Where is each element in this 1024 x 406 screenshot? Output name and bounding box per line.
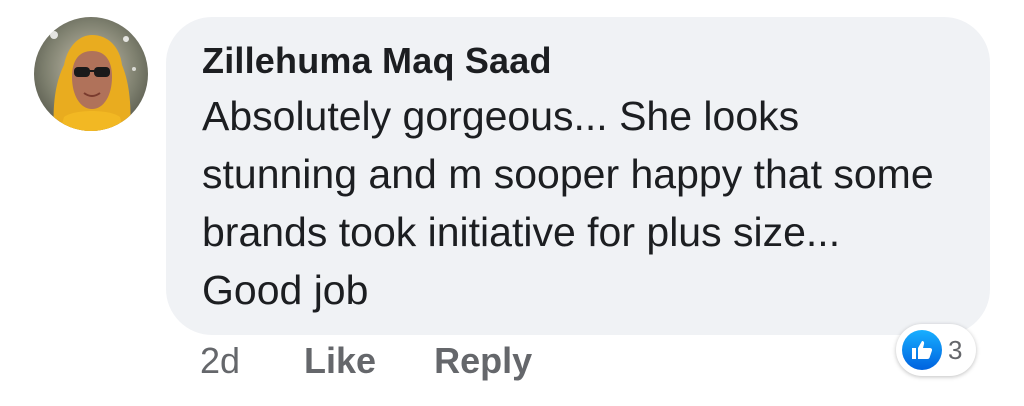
comment-text: Absolutely gorgeous... She looks stunnin… xyxy=(202,93,934,313)
reaction-count: 3 xyxy=(948,334,963,365)
comment-bubble: Zillehuma Maq Saad Absolutely gorgeous..… xyxy=(166,17,990,335)
reaction-summary[interactable]: 3 xyxy=(896,324,977,376)
comment-thread: Zillehuma Maq Saad Absolutely gorgeous..… xyxy=(0,0,1024,406)
profile-photo-icon xyxy=(50,31,136,131)
reply-button[interactable]: Reply xyxy=(434,340,532,382)
thumbs-up-icon xyxy=(902,330,942,370)
avatar[interactable] xyxy=(34,17,148,131)
comment-actions: 2d Like Reply xyxy=(200,340,590,382)
comment-author[interactable]: Zillehuma Maq Saad xyxy=(202,39,956,83)
like-button[interactable]: Like xyxy=(304,340,376,382)
comment-timestamp[interactable]: 2d xyxy=(200,340,240,382)
